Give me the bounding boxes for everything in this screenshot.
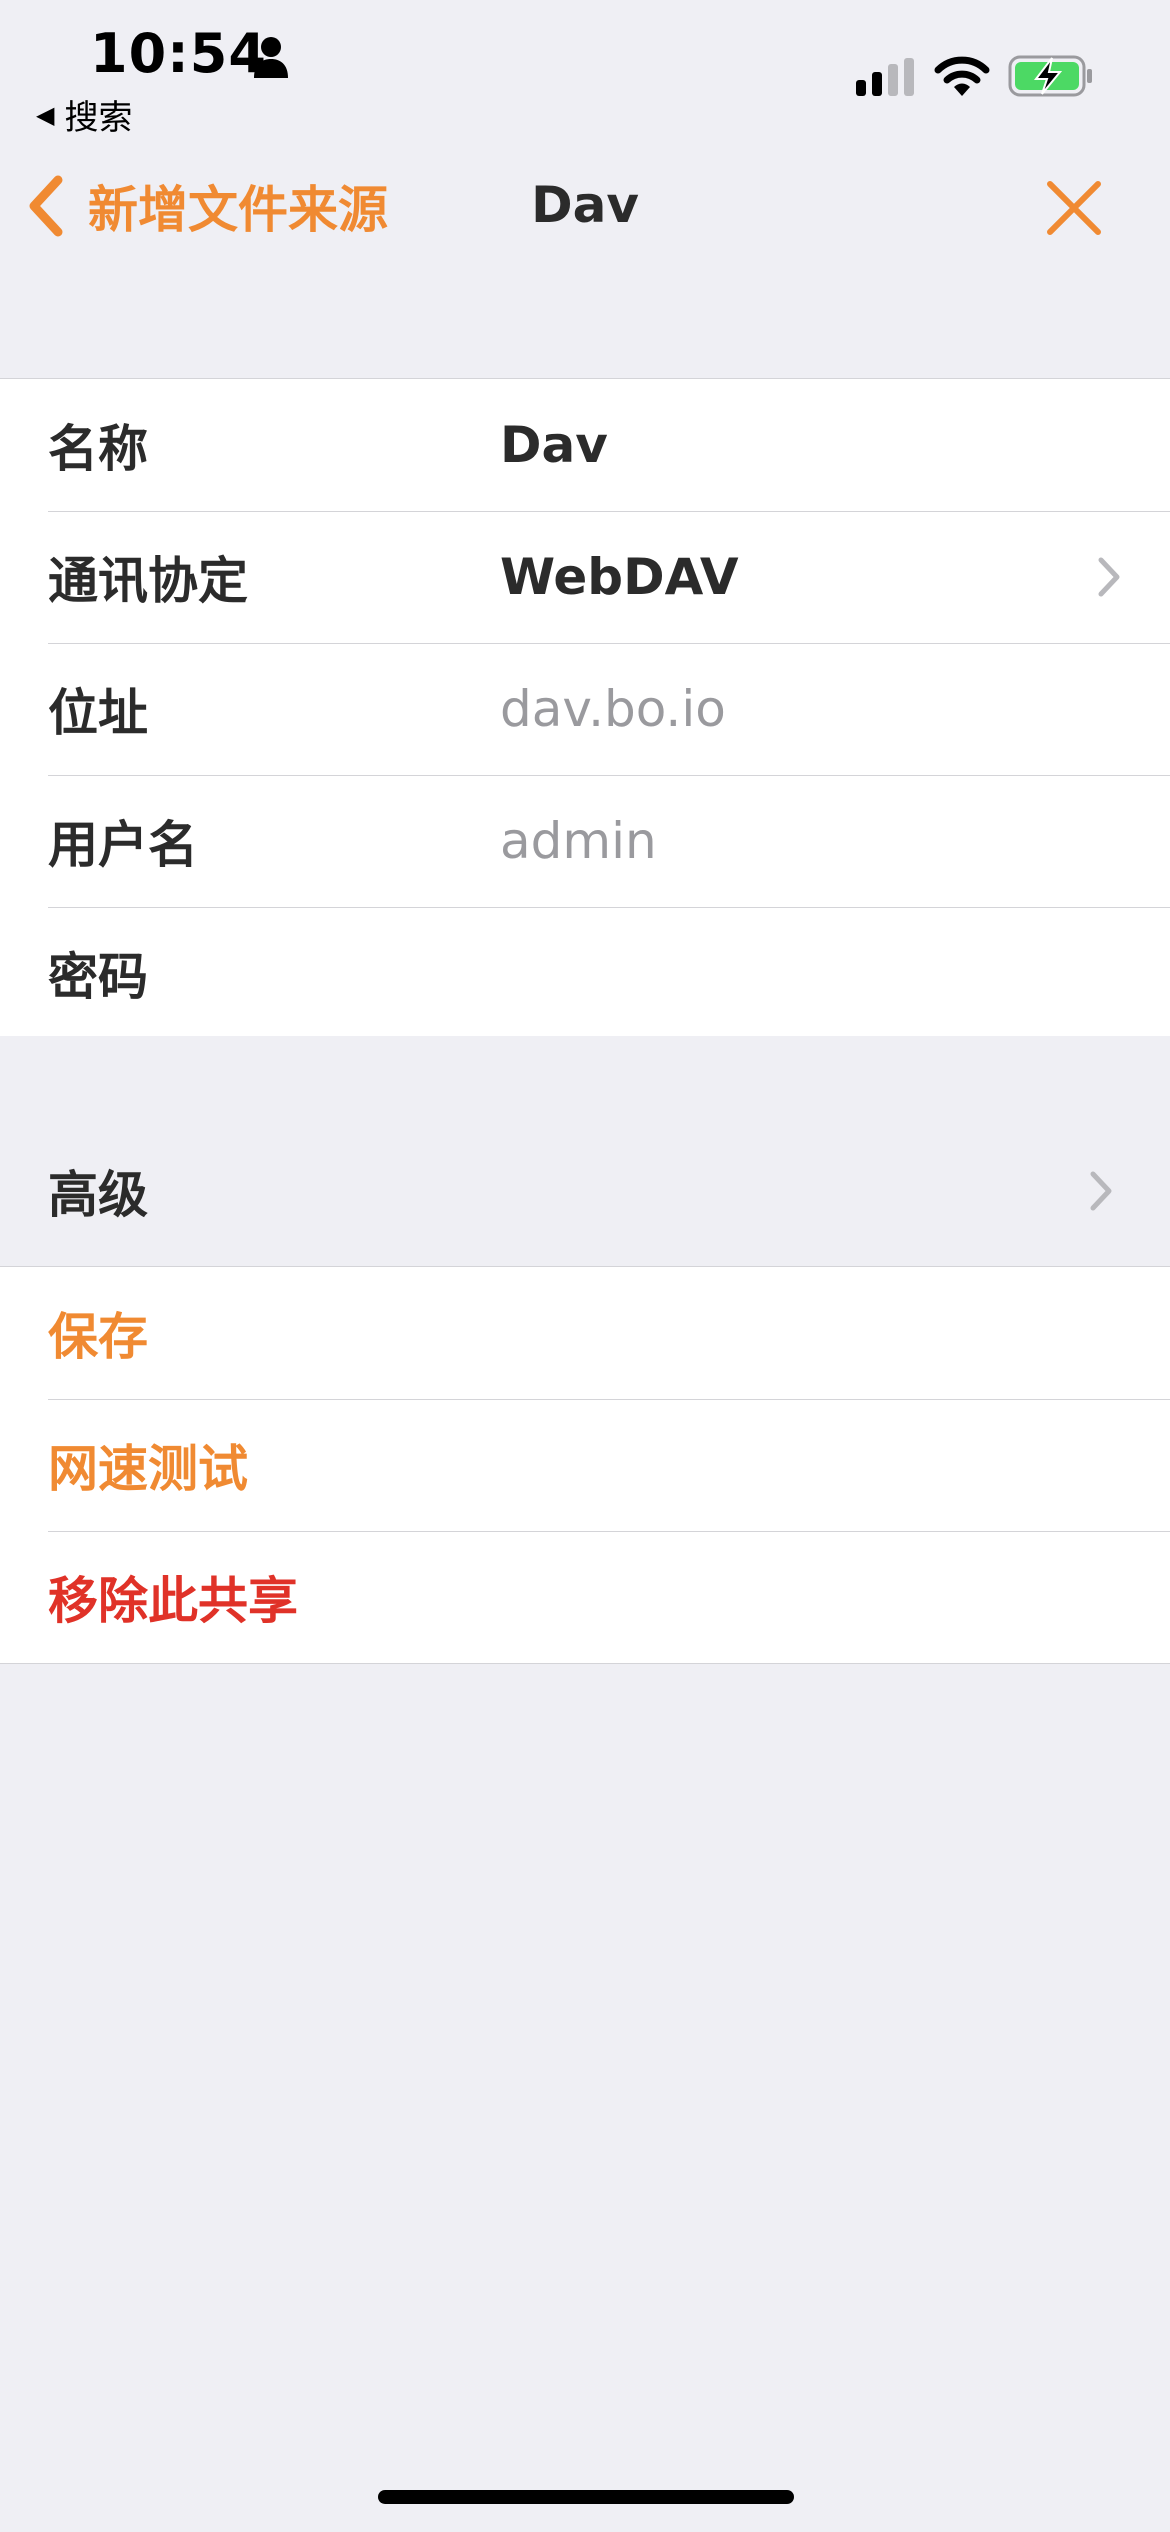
back-to-app-link[interactable]: ◀ 搜索 — [36, 90, 132, 139]
speed-test-button[interactable]: 网速测试 — [0, 1399, 1170, 1531]
battery-charging-icon — [1008, 55, 1092, 97]
chevron-right-icon — [1090, 1171, 1112, 1211]
address-row[interactable]: 位址 dav.bo.io — [0, 643, 1170, 775]
speed-test-label: 网速测试 — [48, 1440, 248, 1498]
protocol-label: 通讯协定 — [48, 552, 248, 610]
address-label: 位址 — [48, 684, 148, 742]
remove-share-button[interactable]: 移除此共享 — [0, 1531, 1170, 1663]
advanced-row[interactable]: 高级 — [0, 1126, 1170, 1256]
protocol-row[interactable]: 通讯协定 WebDAV — [0, 511, 1170, 643]
form-group: 名称 Dav 通讯协定 WebDAV 位址 dav.bo.io 用户名 admi… — [0, 378, 1170, 1040]
save-button[interactable]: 保存 — [0, 1267, 1170, 1399]
person-icon — [254, 37, 288, 78]
password-label: 密码 — [48, 948, 148, 1006]
save-label: 保存 — [48, 1308, 148, 1366]
wifi-icon — [934, 56, 990, 96]
close-icon[interactable] — [1044, 178, 1104, 238]
chevron-right-icon — [1098, 557, 1120, 597]
password-row[interactable]: 密码 — [0, 907, 1170, 1039]
name-label: 名称 — [48, 420, 148, 478]
remove-share-label: 移除此共享 — [48, 1572, 298, 1630]
address-field[interactable]: dav.bo.io — [500, 680, 726, 738]
actions-group: 保存 网速测试 移除此共享 — [0, 1266, 1170, 1664]
page-title: Dav — [531, 176, 639, 234]
screen: 10:54 ◀ 搜索 新增文件来源 Dav 名称 Dav 通讯协定 WebDAV… — [0, 0, 1170, 2532]
advanced-group: 高级 — [0, 1036, 1170, 1266]
username-label: 用户名 — [48, 816, 198, 874]
username-field[interactable]: admin — [500, 812, 657, 870]
name-field[interactable]: Dav — [500, 416, 608, 474]
name-row[interactable]: 名称 Dav — [0, 379, 1170, 511]
home-indicator[interactable] — [378, 2490, 794, 2504]
advanced-label: 高级 — [48, 1166, 148, 1224]
username-row[interactable]: 用户名 admin — [0, 775, 1170, 907]
status-time: 10:54 — [90, 22, 267, 85]
back-triangle-icon: ◀ — [36, 100, 55, 129]
cellular-signal-icon — [856, 58, 914, 96]
protocol-value: WebDAV — [500, 548, 739, 606]
back-app-label: 搜索 — [64, 98, 133, 138]
